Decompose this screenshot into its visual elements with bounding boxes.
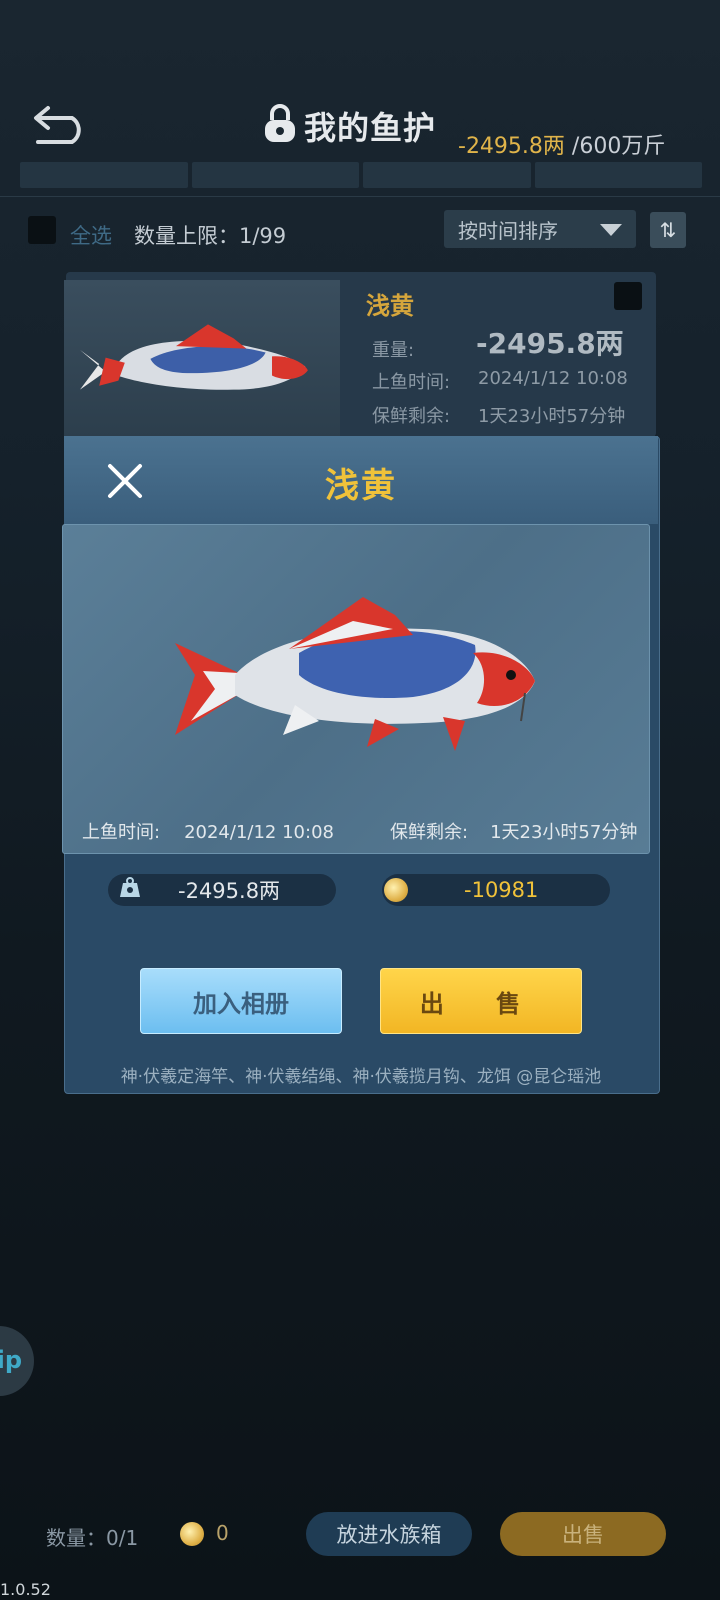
modal-freshness: 保鲜剩余: 1天23小时57分钟 bbox=[390, 818, 637, 844]
chevron-down-icon bbox=[600, 224, 622, 236]
capacity-total: /600万斤 bbox=[564, 134, 666, 159]
tab-3[interactable] bbox=[363, 162, 531, 188]
floating-bubble-label: ip bbox=[0, 1346, 22, 1374]
coin-icon bbox=[180, 1522, 204, 1546]
sort-label: 按时间排序 bbox=[458, 218, 558, 243]
fish-illustration bbox=[175, 597, 535, 751]
sort-order-icon[interactable]: ⇅ bbox=[650, 212, 686, 248]
page-header: 我的鱼护 bbox=[262, 104, 436, 148]
quantity-limit: 数量上限：1/99 bbox=[134, 224, 287, 248]
category-tabs bbox=[20, 162, 702, 188]
modal-catch-time: 上鱼时间: 2024/1/12 10:08 bbox=[82, 818, 334, 844]
freshness-value: 1天23小时57分钟 bbox=[478, 406, 626, 427]
select-all-checkbox[interactable] bbox=[28, 216, 56, 244]
catch-time-value: 2024/1/12 10:08 bbox=[478, 368, 628, 389]
selected-coin-total: 0 bbox=[216, 1521, 229, 1545]
back-arrow-icon[interactable] bbox=[32, 102, 92, 146]
version-label: 1.0.52 bbox=[0, 1580, 51, 1599]
lock-icon bbox=[262, 104, 298, 148]
add-to-album-button[interactable]: 加入相册 bbox=[140, 968, 342, 1034]
scale-weight-icon bbox=[118, 877, 142, 903]
bait-info: 神·伏羲定海竿、神·伏羲结绳、神·伏羲揽月钩、龙饵 @昆仑瑶池 bbox=[120, 1067, 602, 1087]
fish-image-panel bbox=[62, 524, 650, 854]
modal-catch-time-value: 2024/1/12 10:08 bbox=[184, 822, 334, 843]
sell-button[interactable]: 出 售 bbox=[380, 968, 582, 1034]
tab-1[interactable] bbox=[20, 162, 188, 188]
footer-sell-button[interactable]: 出售 bbox=[500, 1512, 666, 1556]
price-pill: -10981 bbox=[382, 874, 610, 906]
floating-bubble[interactable]: ip bbox=[0, 1326, 34, 1396]
coin-icon bbox=[384, 878, 408, 902]
fish-name: 浅黄 bbox=[366, 292, 414, 320]
put-in-aquarium-button[interactable]: 放进水族箱 bbox=[306, 1512, 472, 1556]
capacity-current: -2495.8两 bbox=[458, 134, 565, 159]
modal-freshness-value: 1天23小时57分钟 bbox=[490, 822, 638, 843]
weight-pill: -2495.8两 bbox=[108, 874, 336, 906]
modal-freshness-label: 保鲜剩余: bbox=[390, 822, 469, 843]
weight-value: -2495.8两 bbox=[476, 327, 624, 360]
select-all-label[interactable]: 全选 bbox=[70, 220, 112, 250]
freshness-label: 保鲜剩余: bbox=[372, 406, 451, 427]
modal-coin-value: -10981 bbox=[464, 878, 539, 902]
sort-dropdown[interactable]: 按时间排序 bbox=[444, 210, 636, 248]
modal-weight-value: -2495.8两 bbox=[178, 879, 281, 903]
modal-catch-time-label: 上鱼时间: bbox=[82, 822, 161, 843]
selected-quantity: 数量：0/1 bbox=[46, 1526, 139, 1550]
page-title: 我的鱼护 bbox=[304, 109, 437, 147]
divider bbox=[0, 196, 720, 197]
capacity-readout: -2495.8两 /600万斤 bbox=[458, 128, 665, 160]
weight-label: 重量: bbox=[372, 340, 415, 361]
fish-thumbnail bbox=[64, 280, 340, 440]
tab-4[interactable] bbox=[534, 162, 702, 188]
catch-time-label: 上鱼时间: bbox=[372, 372, 451, 393]
tab-2[interactable] bbox=[191, 162, 359, 188]
modal-title: 浅黄 bbox=[325, 466, 397, 506]
fish-select-checkbox[interactable] bbox=[614, 282, 642, 310]
